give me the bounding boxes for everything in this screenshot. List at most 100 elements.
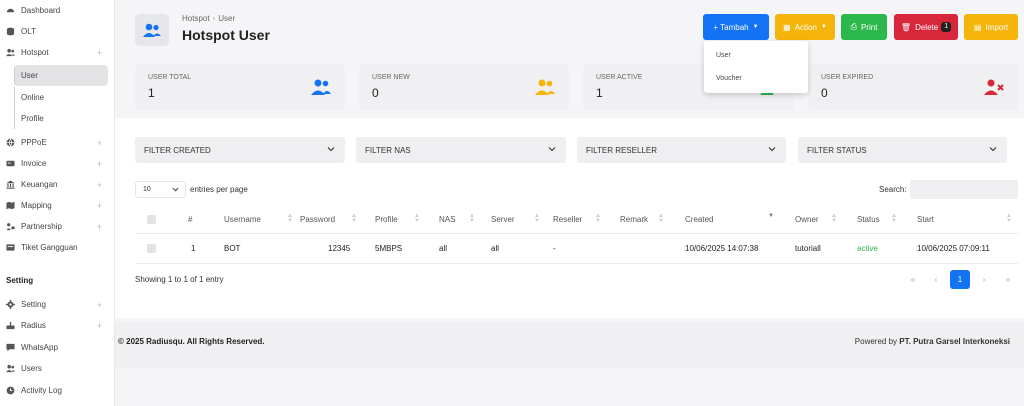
filter-nas-select[interactable]: FILTER NAS: [356, 137, 566, 163]
expand-plus-icon: +: [96, 158, 102, 169]
sidebar-subitem-online[interactable]: Online: [14, 87, 108, 108]
expand-plus-icon: +: [96, 299, 102, 310]
pager-first[interactable]: «: [908, 270, 918, 288]
menu-item-user[interactable]: User: [716, 52, 731, 59]
filter-status-select[interactable]: FILTER STATUS: [798, 137, 1007, 163]
sidebar-item-radius[interactable]: Radius +: [0, 315, 115, 336]
stat-card-user-total: USER TOTAL 1: [135, 64, 345, 110]
select-all-checkbox[interactable]: [147, 215, 156, 224]
chevron-down-icon: [172, 187, 179, 192]
chat-icon: [6, 343, 15, 352]
sidebar-item-setting[interactable]: Setting +: [0, 294, 115, 315]
sidebar-item-tiket-gangguan[interactable]: Tiket Gangguan: [0, 237, 115, 258]
action-icon: ▦: [783, 22, 791, 32]
column-header-start[interactable]: Start: [917, 215, 934, 224]
sort-icon: ▲ ▼: [891, 213, 897, 224]
action-label: Action: [794, 22, 817, 32]
users-icon: [535, 79, 555, 95]
sidebar-item-label: Online: [21, 93, 45, 102]
powered-company-link[interactable]: PT. Putra Garsel Interkoneksi: [899, 337, 1010, 346]
page-length-select[interactable]: 10: [135, 181, 186, 198]
stat-value: 1: [148, 86, 155, 100]
sidebar-item-activity-log[interactable]: Activity Log: [0, 380, 115, 401]
sidebar-item-invoice[interactable]: Invoice +: [0, 153, 115, 174]
pager-prev[interactable]: ‹: [931, 270, 941, 288]
column-header-profile[interactable]: Profile: [375, 215, 398, 224]
pager-next[interactable]: ›: [979, 270, 989, 288]
column-header-owner[interactable]: Owner: [795, 215, 819, 224]
invoice-icon: [6, 159, 15, 168]
cell-no: 1: [191, 244, 196, 253]
users-icon: [311, 79, 331, 95]
gauge-icon: [6, 6, 15, 15]
cell-start: 10/06/2025 07:09:11: [917, 244, 990, 253]
action-button[interactable]: ▦ Action ▼: [775, 14, 835, 40]
sidebar-item-label: Partnership: [21, 222, 62, 231]
tambah-button[interactable]: + Tambah ▼: [703, 14, 769, 40]
cell-created: 10/06/2025 14:07:38: [685, 244, 759, 253]
delete-label: Delete: [915, 22, 939, 32]
column-header-nas[interactable]: NAS: [439, 215, 455, 224]
column-header-password[interactable]: Password: [300, 215, 335, 224]
sidebar-item-whatsapp[interactable]: WhatsApp: [0, 337, 115, 358]
column-header-server[interactable]: Server: [491, 215, 515, 224]
row-checkbox[interactable]: [147, 244, 156, 253]
chevron-down-icon: [548, 147, 556, 152]
tambah-label: + Tambah: [713, 22, 749, 32]
footer-powered-by: Powered by PT. Putra Garsel Interkoneksi: [855, 337, 1010, 346]
sidebar-item-dashboard[interactable]: Dashboard: [0, 0, 115, 21]
filter-label: FILTER STATUS: [807, 145, 867, 155]
sidebar-item-label: Mapping: [21, 201, 52, 210]
sidebar-item-keuangan[interactable]: Keuangan +: [0, 174, 115, 195]
sidebar-item-label: WhatsApp: [21, 343, 58, 352]
sort-icon: ▲ ▼: [658, 213, 664, 224]
gear-icon: [6, 300, 15, 309]
expand-plus-icon: +: [96, 200, 102, 211]
sort-icon: ▲ ▼: [534, 213, 540, 224]
sidebar: Dashboard OLT Hotspot + User Online Prof…: [0, 0, 115, 406]
delete-button[interactable]: 🗑 Delete 1: [894, 14, 958, 40]
menu-item-voucher[interactable]: Voucher: [716, 75, 742, 82]
sidebar-item-olt[interactable]: OLT: [0, 21, 115, 42]
sidebar-subitem-profile[interactable]: Profile: [14, 108, 108, 129]
sidebar-item-label: Profile: [21, 114, 44, 123]
filter-reseller-select[interactable]: FILTER RESELLER: [577, 137, 786, 163]
stat-label: USER TOTAL: [148, 74, 192, 81]
sidebar-item-hotspot[interactable]: Hotspot +: [0, 42, 115, 63]
column-header-reseller[interactable]: Reseller: [553, 215, 582, 224]
pager-last[interactable]: »: [1003, 270, 1013, 288]
cell-reseller: -: [553, 244, 556, 253]
stat-label: USER EXPIRED: [821, 74, 874, 81]
print-button[interactable]: ⎙ Print: [841, 14, 887, 40]
import-button[interactable]: ▤ Import: [964, 14, 1018, 40]
column-header-username[interactable]: Username: [224, 215, 261, 224]
handshake-icon: [6, 222, 15, 231]
expand-plus-icon: +: [96, 179, 102, 190]
breadcrumb-item[interactable]: Hotspot: [182, 14, 210, 23]
sidebar-item-users[interactable]: Users: [0, 358, 115, 379]
filter-created-select[interactable]: FILTER CREATED: [135, 137, 345, 163]
sidebar-item-partnership[interactable]: Partnership +: [0, 216, 115, 237]
sidebar-subitem-user[interactable]: User: [14, 65, 108, 86]
cell-username: BOT: [224, 244, 241, 253]
column-header-status[interactable]: Status: [857, 215, 880, 224]
column-header-created[interactable]: Created: [685, 215, 713, 224]
import-label: Import: [985, 22, 1009, 32]
column-header-no[interactable]: #: [188, 215, 192, 224]
page-header-users-icon: [135, 14, 169, 46]
file-import-icon: ▤: [973, 22, 982, 32]
sidebar-item-label: PPPoE: [21, 138, 47, 147]
pager-page-1[interactable]: 1: [950, 270, 970, 289]
sidebar-item-label: Activity Log: [21, 386, 62, 395]
sort-icon: ▲ ▼: [469, 213, 475, 224]
column-header-remark[interactable]: Remark: [620, 215, 648, 224]
powered-prefix: Powered by: [854, 337, 898, 346]
sidebar-item-pppoe[interactable]: PPPoE +: [0, 132, 115, 153]
sort-icon: ▲ ▼: [831, 213, 837, 224]
sidebar-item-mapping[interactable]: Mapping +: [0, 195, 115, 216]
caret-down-icon: ▼: [752, 24, 759, 30]
expand-plus-icon: +: [96, 221, 102, 232]
search-input[interactable]: [910, 180, 1018, 199]
search-label: Search:: [879, 185, 907, 194]
caret-down-icon: ▼: [820, 24, 827, 30]
